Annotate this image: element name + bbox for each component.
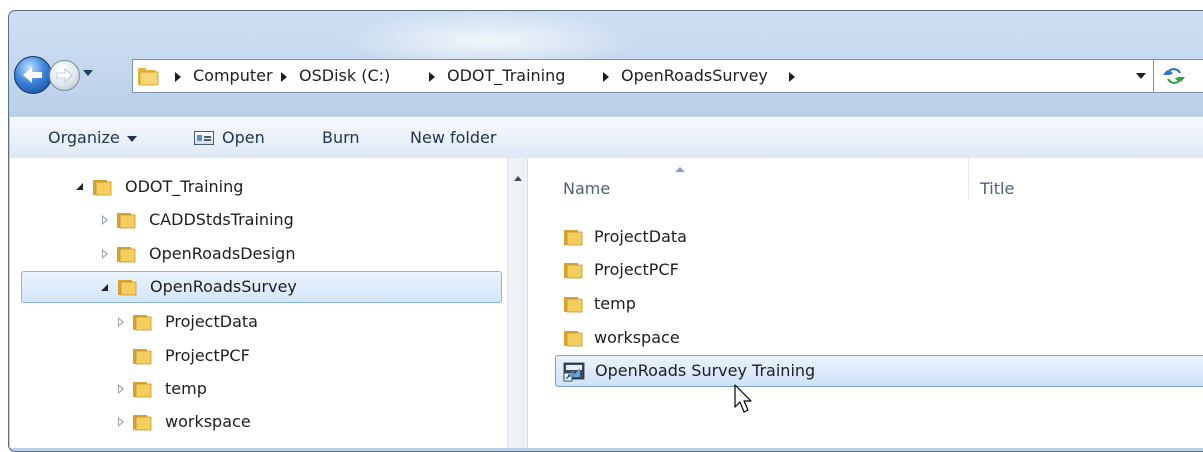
tree-item-label: OpenRoadsSurvey bbox=[150, 277, 297, 296]
folder-icon bbox=[564, 263, 583, 279]
tree-item-label: ODOT_Training bbox=[125, 177, 244, 196]
column-header-title[interactable]: Title bbox=[980, 158, 1014, 200]
folder-icon bbox=[564, 230, 583, 246]
file-item-projectpcf[interactable]: ProjectPCF bbox=[528, 255, 1128, 285]
breadcrumb-separator-icon[interactable] bbox=[789, 72, 795, 82]
folder-icon bbox=[564, 297, 583, 313]
breadcrumb-separator-icon[interactable] bbox=[175, 72, 181, 82]
expanded-arrow-icon[interactable] bbox=[101, 284, 108, 291]
recent-pages-chevron-icon[interactable] bbox=[83, 70, 93, 76]
folder-icon bbox=[118, 280, 137, 296]
tree-item-openroadsdesign[interactable]: OpenRoadsDesign bbox=[10, 239, 490, 269]
folder-icon bbox=[133, 349, 152, 365]
back-button[interactable] bbox=[14, 56, 52, 94]
breadcrumb-computer[interactable]: Computer bbox=[193, 60, 273, 92]
burn-button[interactable]: Burn bbox=[322, 118, 360, 158]
navigation-scrollbar[interactable] bbox=[507, 158, 527, 448]
collapsed-arrow-icon[interactable] bbox=[118, 417, 124, 427]
file-item-label: workspace bbox=[594, 328, 680, 347]
folder-icon bbox=[117, 213, 136, 229]
collapsed-arrow-icon[interactable] bbox=[118, 384, 124, 394]
organize-button[interactable]: Organize bbox=[48, 118, 137, 158]
navigation-pane: ODOT_Training CADDStdsTraining OpenRoads… bbox=[10, 158, 507, 448]
breadcrumb-osdisk[interactable]: OSDisk (C:) bbox=[299, 60, 390, 92]
file-item-temp[interactable]: temp bbox=[528, 289, 1128, 319]
file-item-label: OpenRoads Survey Training bbox=[595, 361, 816, 380]
shortcut-icon bbox=[563, 362, 585, 382]
column-header-name[interactable]: Name bbox=[563, 158, 610, 200]
new-folder-button[interactable]: New folder bbox=[410, 118, 496, 158]
folder-icon bbox=[117, 247, 136, 263]
tree-item-label: ProjectPCF bbox=[165, 346, 250, 365]
folder-icon bbox=[133, 315, 152, 331]
refresh-icon bbox=[1163, 68, 1185, 84]
dropdown-caret-icon bbox=[126, 135, 137, 142]
open-button[interactable]: Open bbox=[194, 118, 265, 158]
folder-icon bbox=[138, 68, 159, 86]
sort-ascending-icon bbox=[675, 167, 685, 172]
tree-item-projectpcf[interactable]: ProjectPCF bbox=[10, 341, 490, 371]
tree-item-temp[interactable]: temp bbox=[10, 374, 490, 404]
address-history-chevron-icon[interactable] bbox=[1136, 73, 1146, 79]
open-program-icon bbox=[194, 131, 214, 145]
tree-item-projectdata[interactable]: ProjectData bbox=[10, 307, 490, 337]
collapsed-arrow-icon[interactable] bbox=[102, 249, 108, 259]
breadcrumb-odot-training[interactable]: ODOT_Training bbox=[447, 60, 565, 92]
command-bar: Organize Open Burn New folder bbox=[10, 117, 1203, 159]
tree-item-label: CADDStdsTraining bbox=[149, 210, 294, 229]
folder-icon bbox=[564, 331, 583, 347]
file-item-label: temp bbox=[594, 294, 636, 313]
organize-label: Organize bbox=[48, 128, 120, 147]
forward-button[interactable] bbox=[49, 60, 80, 91]
file-list-pane: Name Title ProjectData ProjectPCF temp w… bbox=[527, 158, 1203, 448]
mouse-cursor-icon bbox=[734, 384, 752, 413]
collapsed-arrow-icon[interactable] bbox=[102, 215, 108, 225]
breadcrumb-openroadssurvey[interactable]: OpenRoadsSurvey bbox=[621, 60, 768, 92]
breadcrumb-separator-icon[interactable] bbox=[281, 72, 287, 82]
file-item-projectdata[interactable]: ProjectData bbox=[528, 222, 1128, 252]
breadcrumb-separator-icon[interactable] bbox=[429, 72, 435, 82]
folder-icon bbox=[133, 382, 152, 398]
tree-item-caddstdstraining[interactable]: CADDStdsTraining bbox=[10, 205, 490, 235]
expanded-arrow-icon[interactable] bbox=[76, 183, 83, 190]
refresh-button[interactable] bbox=[1153, 60, 1203, 92]
tree-item-label: OpenRoadsDesign bbox=[149, 244, 296, 263]
collapsed-arrow-icon[interactable] bbox=[118, 317, 124, 327]
file-item-label: ProjectData bbox=[594, 227, 687, 246]
scroll-up-arrow-icon[interactable] bbox=[514, 176, 522, 181]
folder-icon bbox=[93, 180, 112, 196]
tree-item-odot-training[interactable]: ODOT_Training bbox=[10, 172, 490, 202]
tree-item-workspace[interactable]: workspace bbox=[10, 407, 490, 437]
back-arrow-icon bbox=[23, 67, 42, 83]
tree-item-label: workspace bbox=[165, 412, 251, 431]
tree-item-label: temp bbox=[165, 379, 207, 398]
file-item-openroads-survey-training[interactable]: OpenRoads Survey Training bbox=[555, 355, 1203, 387]
tree-item-openroadssurvey[interactable]: OpenRoadsSurvey bbox=[21, 271, 502, 303]
file-item-workspace[interactable]: workspace bbox=[528, 323, 1128, 353]
tree-item-label: ProjectData bbox=[165, 312, 258, 331]
folder-icon bbox=[133, 415, 152, 431]
breadcrumb-separator-icon[interactable] bbox=[603, 72, 609, 82]
file-item-label: ProjectPCF bbox=[594, 260, 679, 279]
address-bar[interactable]: Computer OSDisk (C:) ODOT_Training OpenR… bbox=[132, 59, 1203, 93]
open-label: Open bbox=[222, 128, 265, 147]
forward-arrow-icon bbox=[56, 68, 73, 83]
column-divider[interactable] bbox=[968, 158, 969, 200]
